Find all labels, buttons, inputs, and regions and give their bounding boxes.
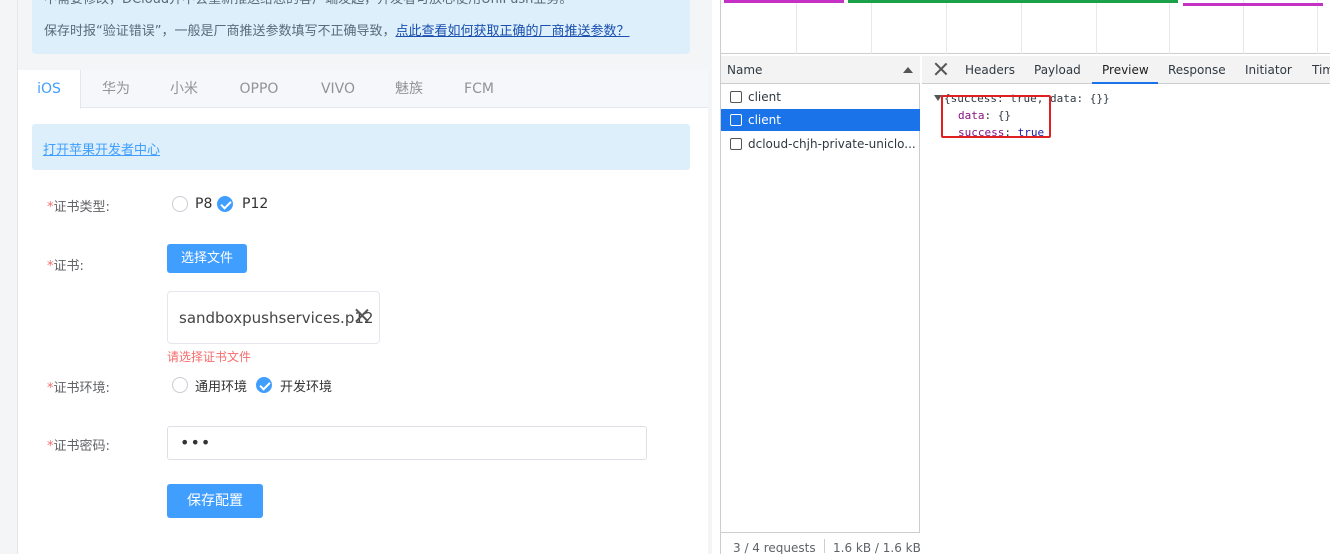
network-timeline xyxy=(721,0,1330,54)
selected-file-card: sandboxpushservices.p12 xyxy=(167,291,380,344)
red-highlight-box xyxy=(941,95,1051,138)
radio-p12[interactable] xyxy=(217,196,233,212)
status-divider xyxy=(824,539,825,553)
timeline-gridline xyxy=(796,0,797,54)
tab-headers[interactable]: Headers xyxy=(965,63,1015,77)
timeline-gridline xyxy=(946,0,947,54)
cert-password-label: *证书密码: xyxy=(47,439,110,454)
cert-password-value: ••• xyxy=(180,433,212,452)
request-row-selected[interactable]: client xyxy=(721,109,920,131)
save-config-button[interactable]: 保存配置 xyxy=(167,484,263,518)
cert-password-input[interactable]: ••• xyxy=(167,426,647,460)
request-count: 3 / 4 requests xyxy=(733,541,816,554)
left-scroll-edge xyxy=(0,0,18,554)
request-checkbox[interactable] xyxy=(730,138,742,150)
tab-fcm[interactable]: FCM xyxy=(451,70,507,108)
sort-ascending-icon[interactable] xyxy=(903,67,913,73)
tab-ios[interactable]: iOS xyxy=(18,70,81,109)
notice-line-1: 不需要修改，DCloud并不会重新推送给您的客户端发起，开发者可放心使用UniP… xyxy=(44,0,572,10)
radio-general-env[interactable] xyxy=(172,377,188,393)
radio-dev-env-label: 开发环境 xyxy=(280,380,333,395)
request-row[interactable]: client xyxy=(721,86,920,108)
vendor-params-help-link[interactable]: 点此查看如何获取正确的厂商推送参数？ xyxy=(395,24,629,39)
request-name: client xyxy=(748,113,781,127)
radio-p12-label: P12 xyxy=(242,196,269,212)
choose-file-button[interactable]: 选择文件 xyxy=(167,244,247,273)
request-name: client xyxy=(748,90,781,104)
close-detail-icon[interactable] xyxy=(934,62,948,76)
request-checkbox[interactable] xyxy=(730,91,742,103)
radio-p8[interactable] xyxy=(172,196,188,212)
request-name: dcloud-chjh-private-uniclo... xyxy=(748,137,916,151)
timeline-gridline xyxy=(871,0,872,54)
tab-huawei[interactable]: 华为 xyxy=(88,70,144,108)
timeline-gridline xyxy=(1021,0,1022,54)
request-detail-pane: Headers Payload Preview Response Initiat… xyxy=(922,56,1330,554)
config-card: iOS 华为 小米 OPPO VIVO 魅族 FCM 打开苹果开发者中心 *证书… xyxy=(18,70,708,554)
timeline-bar-1 xyxy=(724,0,844,3)
devtools-network-panel: Name client client dcloud-chjh-private-u… xyxy=(720,0,1330,554)
vendor-tabs: iOS 华为 小米 OPPO VIVO 魅族 FCM xyxy=(18,70,708,109)
timeline-bar-2 xyxy=(848,0,1178,3)
tab-initiator[interactable]: Initiator xyxy=(1245,63,1292,77)
timeline-gridline xyxy=(1169,0,1170,54)
radio-p8-label: P8 xyxy=(195,196,213,212)
tab-response[interactable]: Response xyxy=(1168,63,1226,77)
timeline-bar-3 xyxy=(1183,3,1323,6)
network-status-bar: 3 / 4 requests 1.6 kB / 1.6 kB xyxy=(721,532,921,554)
file-name: sandboxpushservices.p12 xyxy=(179,309,374,327)
radio-dev-env[interactable] xyxy=(256,377,272,393)
timeline-gridline xyxy=(1096,0,1097,54)
tab-meizu[interactable]: 魅族 xyxy=(381,70,437,108)
apple-dev-center-link[interactable]: 打开苹果开发者中心 xyxy=(43,139,160,158)
request-list-pane: Name client client dcloud-chjh-private-u… xyxy=(721,56,921,554)
notice-line-2-text: 保存时报“验证错误”，一般是厂商推送参数填写不正确导致， xyxy=(44,24,396,39)
tab-oppo[interactable]: OPPO xyxy=(229,70,289,108)
name-column-label: Name xyxy=(727,63,763,77)
notice-banner: 不需要修改，DCloud并不会重新推送给您的客户端发起，开发者可放心使用UniP… xyxy=(32,0,690,54)
radio-general-env-label: 通用环境 xyxy=(195,380,248,395)
notice-line-2: 保存时报“验证错误”，一般是厂商推送参数填写不正确导致，点此查看如何获取正确的厂… xyxy=(44,22,630,42)
transfer-size: 1.6 kB / 1.6 kB xyxy=(833,541,921,554)
request-row[interactable]: dcloud-chjh-private-uniclo... xyxy=(721,133,920,155)
name-column-header[interactable]: Name xyxy=(721,56,920,84)
remove-file-close-icon[interactable] xyxy=(355,308,369,322)
push-config-page: 不需要修改，DCloud并不会重新推送给您的客户端发起，开发者可放心使用UniP… xyxy=(0,0,712,554)
file-error-message: 请选择证书文件 xyxy=(167,350,252,364)
tab-xiaomi[interactable]: 小米 xyxy=(156,70,212,108)
timeline-gridline xyxy=(1317,0,1318,54)
apple-dev-center-box: 打开苹果开发者中心 xyxy=(32,124,690,170)
cert-env-label: *证书环境: xyxy=(47,381,110,396)
tab-vivo[interactable]: VIVO xyxy=(308,70,368,108)
request-checkbox[interactable] xyxy=(730,114,742,126)
timeline-gridline xyxy=(1243,0,1244,54)
json-preview: {success: true, data: {}} data: {} succe… xyxy=(922,84,1330,554)
tab-timing[interactable]: Timing xyxy=(1312,63,1330,77)
tab-payload[interactable]: Payload xyxy=(1034,63,1081,77)
tab-preview[interactable]: Preview xyxy=(1102,63,1149,77)
detail-tab-bar: Headers Payload Preview Response Initiat… xyxy=(922,56,1330,84)
cert-label: *证书: xyxy=(47,259,84,274)
cert-type-label: *证书类型: xyxy=(47,200,110,215)
